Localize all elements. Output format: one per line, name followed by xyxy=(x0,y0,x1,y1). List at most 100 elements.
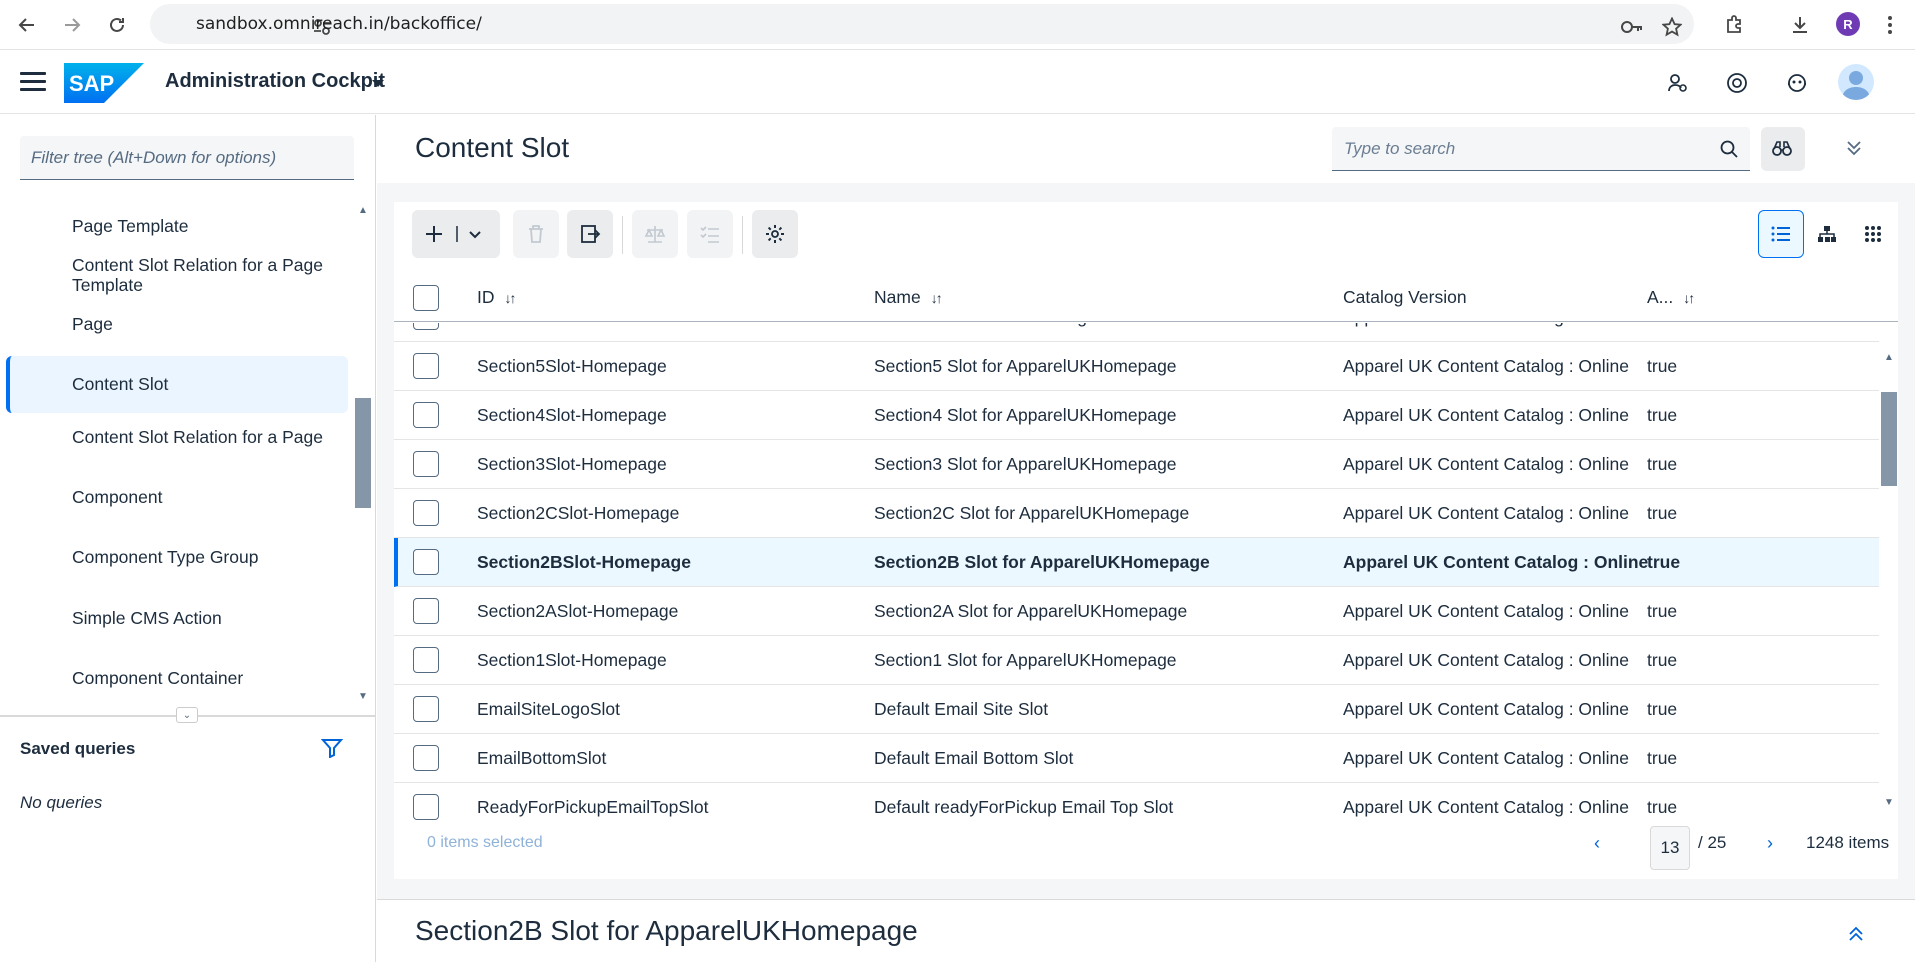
sort-icon[interactable]: ↓↑ xyxy=(931,290,943,306)
table-row[interactable]: ReadyForPickupEmailTopSlot Default readyF… xyxy=(394,783,1879,821)
key-icon[interactable] xyxy=(1620,17,1644,42)
column-label: Catalog Version xyxy=(1343,287,1467,307)
delete-button[interactable] xyxy=(513,210,559,258)
tree-scroll-down-icon[interactable]: ▼ xyxy=(358,691,368,702)
list-panel: ID ↓↑ Name ↓↑ Catalog Version A... ↓↑ Secti… xyxy=(394,202,1898,879)
row-checkbox[interactable] xyxy=(413,549,439,575)
cell-active: true xyxy=(1647,454,1678,474)
cell-id: Section4Slot-Homepage xyxy=(477,405,667,425)
reload-icon[interactable] xyxy=(100,8,134,42)
download-icon[interactable] xyxy=(1783,8,1817,42)
tree-item-simple-cms-action[interactable]: Simple CMS Action xyxy=(6,597,348,639)
sort-icon[interactable]: ↓↑ xyxy=(505,290,517,306)
cell-active: true xyxy=(1647,323,1677,328)
tree-item-component-container[interactable]: Component Container xyxy=(6,657,348,699)
tree-scrollbar[interactable] xyxy=(355,398,371,508)
table-row[interactable]: EmailBottomSlot Default Email Bottom Slot… xyxy=(394,734,1879,783)
settings-button[interactable] xyxy=(752,210,798,258)
table-row[interactable]: Section1Slot-Homepage Section1 Slot for A… xyxy=(394,636,1879,685)
compare-button[interactable] xyxy=(632,210,678,258)
row-checkbox[interactable] xyxy=(413,500,439,526)
table-row[interactable]: Section2BSlot-Homepage Section2B Slot for… xyxy=(394,538,1879,587)
column-header-catalog-version[interactable]: Catalog Version xyxy=(1343,287,1467,308)
row-checkbox[interactable] xyxy=(413,794,439,820)
cell-catalog-version: Apparel UK Content Catalog : Online xyxy=(1343,454,1629,474)
browser-profile-avatar[interactable]: R xyxy=(1836,12,1860,36)
prev-page-icon[interactable]: ‹ xyxy=(1594,822,1600,864)
tree-item-content-slot[interactable]: Content Slot xyxy=(6,356,348,413)
cell-active: true xyxy=(1647,748,1678,768)
list-view-button[interactable] xyxy=(1758,210,1804,258)
column-header-active[interactable]: A... ↓↑ xyxy=(1647,287,1695,308)
app-title[interactable]: Administration Cockpit xyxy=(165,70,385,93)
bulk-edit-button[interactable] xyxy=(687,210,733,258)
search-icon[interactable] xyxy=(1720,140,1738,163)
table-row[interactable]: Section2CSlot-Homepage Section2C Slot for… xyxy=(394,489,1879,538)
tree-item-page-template[interactable]: Page Template xyxy=(6,205,348,247)
table-row[interactable]: Section3Slot-Homepage Section3 Slot for A… xyxy=(394,440,1879,489)
extensions-icon[interactable] xyxy=(1718,8,1752,42)
export-button[interactable] xyxy=(567,210,613,258)
star-icon[interactable] xyxy=(1661,16,1683,42)
cell-name: Section4 Slot for ApparelUKHomepage xyxy=(874,405,1177,425)
sort-icon[interactable]: ↓↑ xyxy=(1683,290,1695,306)
tree-scroll-up-icon[interactable]: ▲ xyxy=(358,205,368,216)
notifications-icon[interactable] xyxy=(1782,68,1812,98)
row-checkbox[interactable] xyxy=(413,745,439,771)
cell-name: Default Email Site Slot xyxy=(874,699,1049,719)
export-icon xyxy=(581,225,601,243)
expand-up-icon[interactable] xyxy=(1847,924,1865,949)
tree-item-content-slot-relation-page[interactable]: Content Slot Relation for a Page xyxy=(6,416,348,458)
row-checkbox[interactable] xyxy=(413,696,439,722)
table-body: Section5Slot-Show Section5 Slot for Show … xyxy=(394,323,1898,821)
cell-name: Section2A Slot for ApparelUKHomepage xyxy=(874,601,1188,621)
column-header-id[interactable]: ID ↓↑ xyxy=(477,287,517,308)
row-checkbox[interactable] xyxy=(413,647,439,673)
cell-id: Section2BSlot-Homepage xyxy=(477,552,691,572)
table-scroll-up-icon[interactable]: ▲ xyxy=(1884,352,1894,363)
tree-item-content-slot-relation-page-template[interactable]: Content Slot Relation for a Page Templat… xyxy=(6,247,348,303)
search-input[interactable]: Type to search xyxy=(1332,127,1750,171)
table-row[interactable]: Section2ASlot-Homepage Section2A Slot for… xyxy=(394,587,1879,636)
table-row[interactable]: Section4Slot-Homepage Section4 Slot for A… xyxy=(394,391,1879,440)
url-text: sandbox.omnireach.in/backoffice/ xyxy=(196,14,482,34)
browser-menu-icon[interactable] xyxy=(1873,8,1907,42)
tree-item-label: Component Container xyxy=(72,667,244,688)
row-checkbox[interactable] xyxy=(413,323,439,330)
table-row[interactable]: Section5Slot-Show Section5 Slot for Show … xyxy=(394,323,1879,342)
row-checkbox[interactable] xyxy=(413,353,439,379)
grid-view-button[interactable] xyxy=(1850,210,1896,258)
table-scroll-down-icon[interactable]: ▼ xyxy=(1884,797,1894,808)
app-switcher-caret-icon[interactable] xyxy=(372,80,384,87)
table-scrollbar[interactable] xyxy=(1881,392,1897,486)
help-icon[interactable] xyxy=(1722,68,1752,98)
cell-catalog-version: Apparel UK Content Catalog : Online xyxy=(1343,405,1629,425)
table-row[interactable]: EmailSiteLogoSlot Default Email Site Slot… xyxy=(394,685,1879,734)
create-button[interactable] xyxy=(412,210,500,258)
next-page-icon[interactable]: › xyxy=(1767,822,1773,864)
cell-name: Section3 Slot for ApparelUKHomepage xyxy=(874,454,1177,474)
tree-item-component[interactable]: Component xyxy=(6,476,348,518)
filter-tree-input[interactable]: Filter tree (Alt+Down for options) xyxy=(20,136,354,180)
column-header-name[interactable]: Name ↓↑ xyxy=(874,287,943,308)
tree-view-button[interactable] xyxy=(1804,210,1850,258)
cell-catalog-version: Apparel UK Content Catalog : Online xyxy=(1343,552,1649,572)
advanced-search-button[interactable] xyxy=(1761,127,1805,171)
user-avatar[interactable] xyxy=(1838,64,1874,100)
select-all-checkbox[interactable] xyxy=(413,285,439,311)
page-number-input[interactable]: 13 xyxy=(1650,826,1690,870)
collapse-down-icon[interactable] xyxy=(1845,138,1863,163)
tree-item-page[interactable]: Page xyxy=(6,303,348,345)
row-checkbox[interactable] xyxy=(413,451,439,477)
row-checkbox[interactable] xyxy=(413,598,439,624)
tree-item-component-type-group[interactable]: Component Type Group xyxy=(6,536,348,578)
user-roles-icon[interactable] xyxy=(1663,68,1693,98)
toolbar-separator xyxy=(622,216,623,254)
filter-funnel-icon[interactable] xyxy=(320,738,344,763)
splitter-handle-icon[interactable]: ⌄ xyxy=(176,707,198,723)
hamburger-menu-icon[interactable] xyxy=(20,72,46,92)
table-row[interactable]: Section5Slot-Homepage Section5 Slot for A… xyxy=(394,342,1879,391)
forward-icon[interactable] xyxy=(55,8,89,42)
back-icon[interactable] xyxy=(10,8,44,42)
row-checkbox[interactable] xyxy=(413,402,439,428)
